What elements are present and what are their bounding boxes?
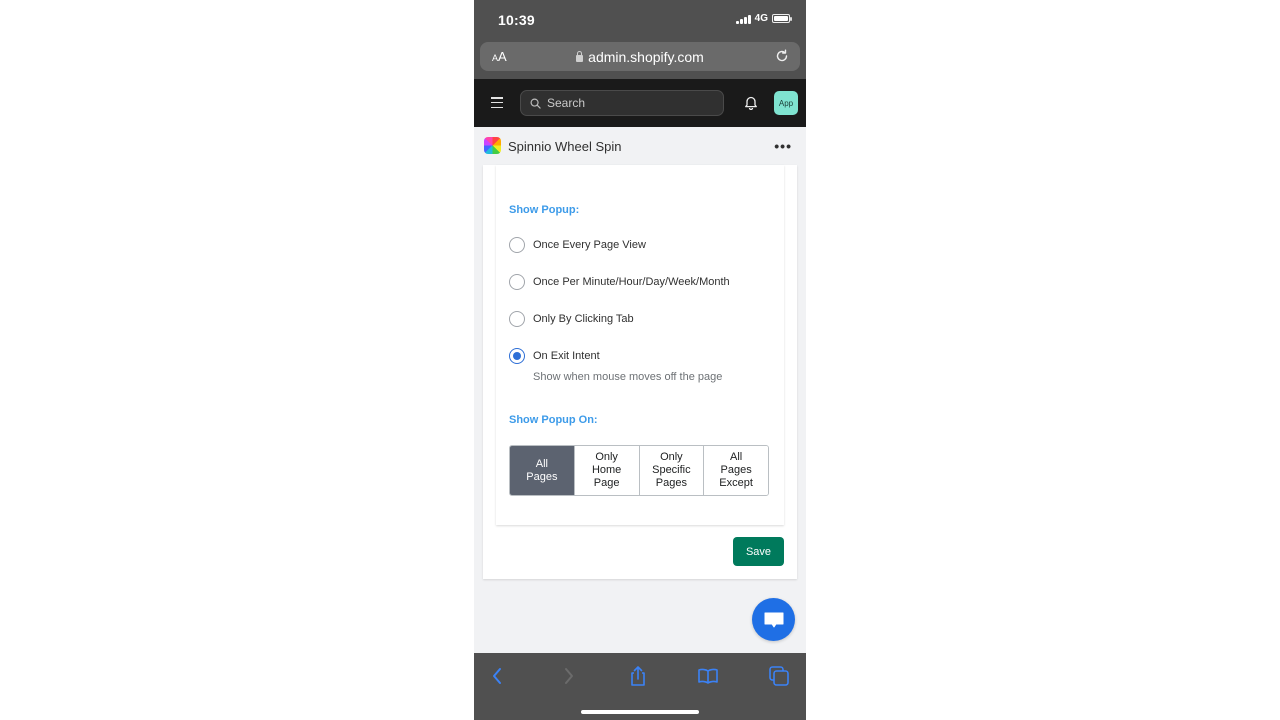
radio-once-per-interval[interactable]: Once Per Minute/Hour/Day/Week/Month [509,274,730,290]
segment-only-specific-pages[interactable]: Only Specific Pages [638,446,704,495]
url-display[interactable]: admin.shopify.com [480,49,800,65]
lock-icon [576,50,584,62]
share-icon[interactable] [627,665,649,687]
settings-card: Show Popup: Once Every Page View Once Pe… [483,165,797,579]
bell-icon[interactable] [744,95,758,110]
phone-screen: 10:39 4G AA admin.shopify.com Search App… [474,0,806,720]
radio-label: Once Every Page View [533,239,646,251]
app-logo [484,137,501,154]
battery-icon [772,14,792,23]
radio-label: Once Per Minute/Hour/Day/Week/Month [533,276,730,288]
segment-all-pages-except[interactable]: All Pages Except [703,446,768,495]
chat-icon [764,612,783,627]
radio-button[interactable] [509,237,525,253]
search-icon [530,98,541,109]
exit-intent-help-text: Show when mouse moves off the page [533,371,723,383]
radio-button-checked[interactable] [509,348,525,364]
radio-only-by-clicking-tab[interactable]: Only By Clicking Tab [509,311,634,327]
status-indicators: 4G [735,13,792,24]
back-icon[interactable] [487,665,509,687]
app-title-bar: Spinnio Wheel Spin ••• [474,127,806,165]
menu-icon[interactable] [491,97,503,108]
store-avatar[interactable]: App [774,91,798,115]
home-indicator[interactable] [581,710,699,714]
shopify-top-nav: Search App [474,79,806,127]
segment-all-pages[interactable]: All Pages [510,446,574,495]
chat-button[interactable] [752,598,795,641]
url-text: admin.shopify.com [588,48,704,65]
radio-once-every-page-view[interactable]: Once Every Page View [509,237,646,253]
address-bar[interactable]: AA admin.shopify.com [480,42,800,71]
search-placeholder: Search [547,96,586,110]
app-title: Spinnio Wheel Spin [508,139,622,154]
radio-button[interactable] [509,274,525,290]
page-target-segmented-control: All Pages Only Home Page Only Specific P… [509,445,769,496]
search-input[interactable]: Search [520,90,724,116]
show-popup-on-heading: Show Popup On: [509,414,598,426]
save-button[interactable]: Save [733,537,784,566]
text-size-button[interactable]: AA [492,49,507,64]
forward-icon[interactable] [557,665,579,687]
popup-settings-panel: Show Popup: Once Every Page View Once Pe… [496,165,784,525]
bookmarks-icon[interactable] [697,665,719,687]
network-label: 4G [754,13,768,24]
more-actions-icon[interactable]: ••• [774,138,792,154]
signal-icon [735,14,751,24]
browser-bottom-toolbar [474,653,806,720]
segment-only-home-page[interactable]: Only Home Page [573,446,639,495]
status-time: 10:39 [498,12,535,28]
radio-on-exit-intent[interactable]: On Exit Intent [509,348,600,364]
radio-button[interactable] [509,311,525,327]
show-popup-heading: Show Popup: [509,204,580,216]
radio-label: Only By Clicking Tab [533,313,634,325]
tabs-icon[interactable] [768,665,790,687]
radio-label: On Exit Intent [533,350,600,362]
browser-top-bar: 10:39 4G AA admin.shopify.com [474,0,806,79]
reload-icon[interactable] [774,48,790,64]
